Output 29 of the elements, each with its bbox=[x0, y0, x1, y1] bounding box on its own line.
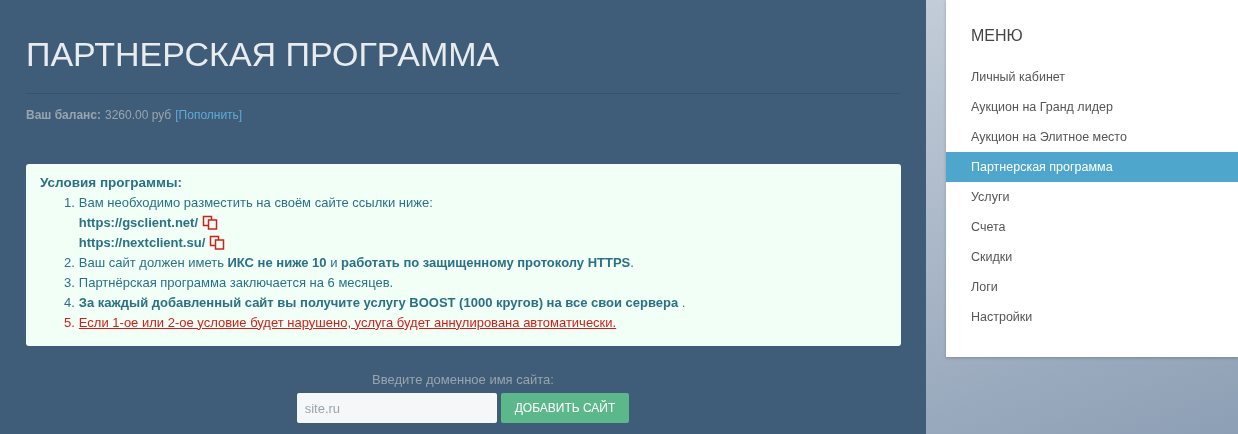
site-url: https://nextclient.su/ bbox=[78, 233, 206, 252]
copy-icon[interactable] bbox=[209, 235, 226, 251]
item-number: 4. bbox=[64, 293, 75, 312]
item-number: 2. bbox=[64, 253, 75, 272]
conditions-title: Условия программы: bbox=[40, 173, 183, 192]
menu-title: МЕНЮ bbox=[970, 26, 1024, 46]
menu-item[interactable]: Счета bbox=[946, 212, 1238, 242]
condition-text: Ваш сайт должен иметь ИКС не ниже 10 и работать по защищенному протоколу HTTPS. bbox=[78, 254, 634, 270]
menu-item[interactable]: Скидки bbox=[946, 242, 1238, 272]
menu-item[interactable]: Логи bbox=[946, 272, 1238, 302]
menu-item[interactable]: Настройки bbox=[946, 302, 1238, 332]
item-number: 3. bbox=[64, 273, 75, 292]
condition-text: Вам необходимо разместить на своём сайте ссылки ниже: bbox=[78, 194, 433, 210]
page-title: ПАРТНЕРСКАЯ ПРОГРАММА bbox=[26, 34, 501, 75]
menu-item[interactable]: Аукцион на Гранд лидер bbox=[946, 92, 1238, 122]
menu-item[interactable]: Аукцион на Элитное место bbox=[946, 122, 1238, 152]
condition-text: Партнёрская программа заключается на 6 месяцев. bbox=[78, 274, 394, 290]
domain-input-field[interactable]: site.ru bbox=[296, 393, 497, 424]
menu-item[interactable]: Услуги bbox=[946, 182, 1238, 212]
item-number: 5. bbox=[64, 313, 75, 332]
balance-amount: 3260.00 руб bbox=[105, 106, 172, 124]
condition-text: За каждый добавленный сайт вы получите услугу BOOST (1000 кругов) на все свои сервера . bbox=[78, 294, 686, 310]
domain-label: Введите доменное имя сайта: bbox=[371, 370, 555, 389]
balance-label: Ваш баланс: bbox=[26, 106, 101, 124]
menu-item[interactable]: Личный кабинет bbox=[946, 62, 1238, 92]
item-number: 1. bbox=[64, 193, 75, 212]
copy-icon[interactable] bbox=[202, 215, 218, 231]
warning-text: Если 1-ое или 2-ое условие будет нарушено, услуга будет аннулирована автоматически. bbox=[78, 314, 617, 330]
site-url: https://gsclient.net/ bbox=[78, 213, 198, 232]
